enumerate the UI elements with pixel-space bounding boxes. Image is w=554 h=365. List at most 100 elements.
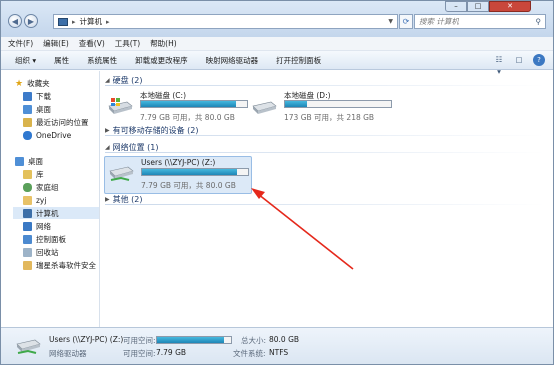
- expand-arrow-icon[interactable]: ▶: [105, 127, 110, 134]
- nav-onedrive-label: OneDrive: [36, 130, 72, 140]
- address-bar[interactable]: ▸ 计算机 ▸ ▼: [53, 14, 398, 29]
- nav-recycle-bin-label: 回收站: [36, 247, 59, 257]
- drive-z-name: Users (\\ZYJ-PC) (Z:): [141, 158, 216, 167]
- group-network-locations[interactable]: ◢ 网络位置 (1): [105, 142, 545, 153]
- nav-recycle-bin[interactable]: 回收站: [23, 246, 59, 258]
- group-hard-disks[interactable]: ◢ 硬盘 (2): [105, 75, 545, 86]
- nav-computer[interactable]: 计算机: [13, 207, 99, 219]
- status-free-label: 可用空间:: [123, 336, 156, 345]
- minimize-button[interactable]: –: [445, 1, 467, 12]
- drive-d[interactable]: 本地磁盘 (D:) 173 GB 可用，共 218 GB: [251, 90, 396, 128]
- nav-libraries-label: 库: [36, 169, 44, 179]
- nav-rising-antivirus[interactable]: 瑞星杀毒软件安全: [23, 259, 99, 271]
- drive-z[interactable]: Users (\\ZYJ-PC) (Z:) 7.79 GB 可用，共 80.0 …: [104, 156, 252, 194]
- status-fs-label: 文件系统:: [233, 349, 266, 358]
- status-total-value: 80.0 GB: [269, 335, 300, 344]
- status-usage-fill: [157, 337, 224, 343]
- group-removable-storage[interactable]: ▶ 有可移动存储的设备 (2): [105, 125, 545, 136]
- nav-network[interactable]: 网络: [23, 220, 51, 232]
- system-properties-button[interactable]: 系统属性: [87, 55, 117, 66]
- nav-homegroup[interactable]: 家庭组: [23, 181, 59, 193]
- nav-computer-label: 计算机: [36, 208, 59, 218]
- homegroup-icon: [23, 182, 32, 192]
- nav-desktop[interactable]: 桌面: [15, 155, 43, 167]
- help-icon[interactable]: ?: [533, 54, 545, 66]
- window-controls: – □ ✕: [445, 1, 531, 12]
- menu-file[interactable]: 文件(F): [8, 38, 33, 49]
- status-free-value: 7.79 GB: [156, 348, 187, 357]
- group-divider: [105, 152, 545, 153]
- status-drive-type: 网络驱动器: [49, 349, 87, 358]
- nav-desktop-fav[interactable]: 桌面: [23, 103, 51, 115]
- collapse-arrow-icon[interactable]: ◢: [105, 144, 110, 151]
- drive-c[interactable]: 本地磁盘 (C:) 7.79 GB 可用，共 80.0 GB: [107, 90, 252, 128]
- status-drive-name: Users (\\ZYJ-PC) (Z:): [49, 335, 124, 344]
- desktop-icon: [15, 156, 24, 166]
- refresh-button[interactable]: ⟳: [399, 14, 413, 29]
- search-icon[interactable]: ⚲: [536, 17, 542, 26]
- drive-z-usage-fill: [142, 169, 238, 175]
- drive-d-usage-bar: [284, 100, 392, 108]
- user-folder-icon: [23, 195, 32, 205]
- command-toolbar: 组织 ▾ 属性 系统属性 卸载或更改程序 映射网络驱动器 打开控制面板 ☷ ▾ …: [1, 51, 553, 76]
- download-icon: [23, 91, 32, 101]
- nav-homegroup-label: 家庭组: [36, 182, 59, 192]
- control-panel-icon: [23, 234, 32, 244]
- properties-button[interactable]: 属性: [54, 55, 69, 66]
- nav-control-panel-label: 控制面板: [36, 234, 66, 244]
- forward-button[interactable]: ▶: [24, 14, 38, 28]
- nav-downloads-label: 下载: [36, 91, 51, 101]
- nav-user-zyj[interactable]: zyj: [23, 194, 46, 206]
- recycle-bin-icon: [23, 247, 32, 257]
- toolbar-right: ☷ ▾ ▢ ?: [493, 54, 545, 76]
- maximize-button[interactable]: □: [467, 1, 489, 12]
- open-control-panel-button[interactable]: 打开控制面板: [276, 55, 321, 66]
- explorer-window: – □ ✕ ◀ ▶ ▸ 计算机 ▸ ▼ ⟳ 搜索 计算机 ⚲ 文件(F) 编辑(…: [0, 0, 554, 365]
- search-input[interactable]: 搜索 计算机 ⚲: [414, 14, 546, 29]
- computer-icon: [58, 17, 68, 26]
- nav-user-zyj-label: zyj: [36, 195, 47, 205]
- group-divider: [105, 135, 545, 136]
- content-pane: ◢ 硬盘 (2) 本地磁盘 (C:) 7.79 GB 可用，共 80.0 GB: [101, 71, 553, 327]
- navigation-pane: ★ 收藏夹 下载 桌面 最近访问的位置 OneDrive 桌面 库 家庭组 zy…: [1, 71, 100, 327]
- nav-libraries[interactable]: 库: [23, 168, 44, 180]
- breadcrumb-computer[interactable]: 计算机: [80, 16, 103, 27]
- close-button[interactable]: ✕: [489, 1, 531, 12]
- nav-desktop-fav-label: 桌面: [36, 104, 51, 114]
- drive-z-usage-bar: [141, 168, 249, 176]
- nav-recent-places[interactable]: 最近访问的位置: [23, 116, 89, 128]
- uninstall-program-button[interactable]: 卸载或更改程序: [135, 55, 188, 66]
- breadcrumb-separator: ▸: [106, 17, 110, 26]
- windows-drive-icon: [108, 98, 133, 114]
- nav-downloads[interactable]: 下载: [23, 90, 51, 102]
- address-dropdown-icon[interactable]: ▼: [388, 18, 393, 25]
- preview-pane-icon[interactable]: ▢: [513, 54, 525, 66]
- status-usage-bar: [156, 336, 232, 344]
- computer-icon: [23, 208, 32, 218]
- drive-c-size: 7.79 GB 可用，共 80.0 GB: [140, 113, 235, 122]
- network-drive-icon: [16, 339, 41, 354]
- collapse-arrow-icon[interactable]: ◢: [105, 77, 110, 84]
- nav-onedrive[interactable]: OneDrive: [23, 129, 71, 141]
- status-fs-value: NTFS: [269, 348, 289, 357]
- library-icon: [23, 169, 32, 179]
- nav-control-panel[interactable]: 控制面板: [23, 233, 66, 245]
- organize-button[interactable]: 组织 ▾: [15, 55, 36, 66]
- status-free-label-2: 可用空间:: [123, 349, 156, 358]
- menu-edit[interactable]: 编辑(E): [43, 38, 69, 49]
- drive-z-size: 7.79 GB 可用，共 80.0 GB: [141, 181, 236, 190]
- menu-help[interactable]: 帮助(H): [150, 38, 177, 49]
- expand-arrow-icon[interactable]: ▶: [105, 196, 110, 203]
- menu-view[interactable]: 查看(V): [79, 38, 105, 49]
- view-options-icon[interactable]: ☷ ▾: [493, 54, 505, 76]
- group-other[interactable]: ▶ 其他 (2): [105, 194, 545, 205]
- folder-icon: [23, 260, 32, 270]
- network-icon: [23, 221, 32, 231]
- title-bar: – □ ✕ ◀ ▶ ▸ 计算机 ▸ ▼ ⟳ 搜索 计算机 ⚲: [1, 1, 553, 37]
- menu-tools[interactable]: 工具(T): [115, 38, 140, 49]
- map-network-drive-button[interactable]: 映射网络驱动器: [206, 55, 259, 66]
- drive-d-usage-fill: [285, 101, 308, 107]
- details-pane: Users (\\ZYJ-PC) (Z:) 网络驱动器 可用空间: 可用空间: …: [1, 327, 553, 364]
- back-button[interactable]: ◀: [8, 14, 22, 28]
- nav-favorites[interactable]: ★ 收藏夹: [15, 77, 50, 89]
